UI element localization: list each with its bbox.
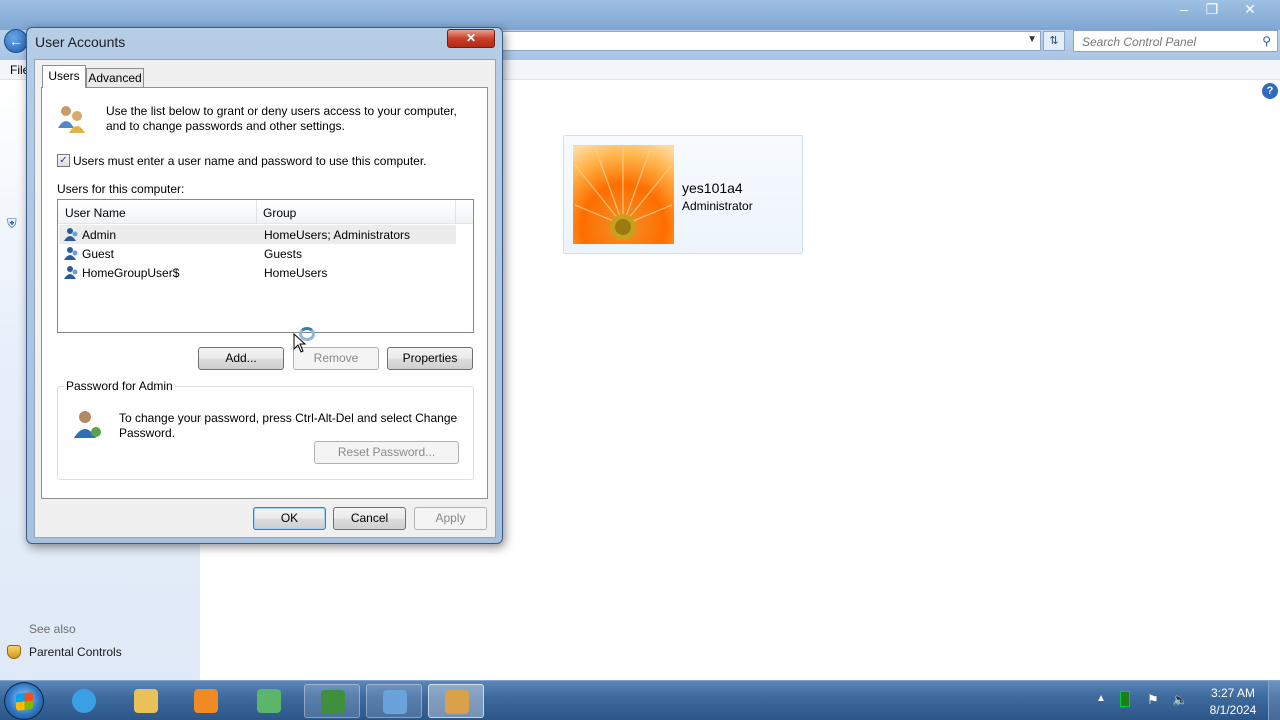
users-list[interactable]: User Name Group Admin HomeUsers; Adminis…: [57, 199, 474, 333]
chevron-down-icon[interactable]: ▼: [1027, 34, 1037, 45]
network-icon: [257, 689, 281, 713]
show-desktop-button[interactable]: [1268, 681, 1280, 720]
taskbar-terminal[interactable]: [304, 684, 360, 718]
table-row[interactable]: Admin HomeUsers; Administrators: [59, 225, 456, 244]
taskbar-user-accounts[interactable]: [428, 684, 484, 718]
action-center-flag-icon[interactable]: ⚑: [1147, 692, 1159, 708]
busy-spinner-icon: [299, 327, 315, 341]
user-icon: [64, 228, 78, 241]
users-icon: [58, 106, 85, 133]
must-enter-checkbox[interactable]: ✓: [57, 154, 70, 167]
start-button[interactable]: [4, 682, 44, 720]
user-role: Administrator: [682, 199, 753, 213]
back-button[interactable]: ←: [4, 29, 28, 53]
search-icon[interactable]: ⚲: [1262, 34, 1271, 48]
address-bar[interactable]: ▼: [500, 31, 1041, 51]
parental-controls-link[interactable]: Parental Controls: [29, 645, 122, 659]
shield-icon: ⛨: [7, 216, 17, 231]
column-header-group[interactable]: Group: [263, 206, 296, 220]
user-name-cell: Guest: [82, 247, 115, 261]
tab-users[interactable]: Users: [42, 65, 86, 88]
clock-time[interactable]: 3:27 AM: [1202, 686, 1264, 700]
control-panel-icon: [383, 690, 407, 714]
group-cell: HomeUsers: [264, 266, 328, 280]
must-enter-checkbox-label[interactable]: Users must enter a user name and passwor…: [73, 154, 427, 168]
apply-button[interactable]: Apply: [414, 507, 487, 530]
clock-date[interactable]: 8/1/2024: [1202, 703, 1264, 717]
cancel-button[interactable]: Cancel: [333, 507, 406, 530]
user-accounts-icon: [445, 690, 469, 714]
list-header: User Name Group: [58, 200, 473, 224]
column-header-user-name[interactable]: User Name: [65, 206, 126, 220]
taskbar-control-panel[interactable]: [366, 684, 422, 718]
password-instructions: To change your password, press Ctrl-Alt-…: [119, 411, 458, 440]
users-list-label: Users for this computer:: [57, 182, 185, 196]
tab-advanced[interactable]: Advanced: [86, 68, 144, 88]
ok-button[interactable]: OK: [253, 507, 326, 530]
close-window-button[interactable]: ✕: [1232, 0, 1268, 20]
search-input[interactable]: Search Control Panel ⚲: [1073, 30, 1278, 52]
refresh-button[interactable]: ⇅: [1043, 31, 1065, 51]
volume-icon[interactable]: 🔈: [1172, 692, 1188, 708]
group-cell: Guests: [264, 247, 303, 261]
user-name-cell: HomeGroupUser$: [82, 266, 180, 280]
users-tab-page: Use the list below to grant or deny user…: [41, 87, 488, 499]
show-hidden-icons-icon[interactable]: ▲: [1096, 693, 1106, 704]
reset-password-button[interactable]: Reset Password...: [314, 441, 459, 464]
close-icon[interactable]: ✕: [447, 29, 495, 48]
search-placeholder: Search Control Panel: [1082, 35, 1197, 49]
column-divider[interactable]: [256, 200, 257, 224]
user-name-cell: Admin: [82, 228, 117, 242]
restore-button[interactable]: ❐: [1194, 0, 1230, 20]
user-icon: [64, 266, 78, 279]
table-row[interactable]: Guest Guests: [59, 244, 456, 263]
group-cell: HomeUsers; Administrators: [264, 228, 411, 242]
shield-icon: [7, 645, 21, 659]
password-group-title: Password for Admin: [64, 379, 175, 393]
taskbar-windows-explorer[interactable]: [118, 684, 174, 718]
add-user-button[interactable]: Add...: [198, 347, 284, 370]
media-player-icon: [194, 689, 218, 713]
windows-explorer-icon: [134, 689, 158, 713]
battery-icon[interactable]: [1120, 691, 1130, 707]
column-divider[interactable]: [455, 200, 456, 224]
taskbar-media-player[interactable]: [178, 684, 234, 718]
taskbar: ▲ ⚑ 🔈 3:27 AM 8/1/2024: [0, 680, 1280, 720]
user-icon: [64, 247, 78, 260]
user-picture: [573, 145, 674, 244]
intro-text: Use the list below to grant or deny user…: [106, 104, 457, 133]
user-name: yes101a4: [682, 180, 743, 196]
user-accounts-dialog: User Accounts ✕ Users Advanced Use the l…: [26, 27, 503, 544]
taskbar-network[interactable]: [241, 684, 297, 718]
table-row[interactable]: HomeGroupUser$ HomeUsers: [59, 263, 456, 282]
terminal-icon: [321, 690, 345, 714]
properties-button[interactable]: Properties: [387, 347, 473, 370]
taskbar-internet-explorer[interactable]: [56, 684, 112, 718]
user-key-icon: [74, 411, 101, 438]
background-window-titlebar: – ❐ ✕: [0, 0, 1280, 30]
internet-explorer-icon: [72, 689, 96, 713]
dialog-body: Users Advanced Use the list below to gra…: [34, 59, 496, 538]
user-tile[interactable]: yes101a4 Administrator: [563, 135, 803, 254]
dialog-title: User Accounts: [35, 34, 126, 50]
see-also-heading: See also: [29, 622, 76, 636]
help-icon[interactable]: ?: [1262, 83, 1278, 99]
